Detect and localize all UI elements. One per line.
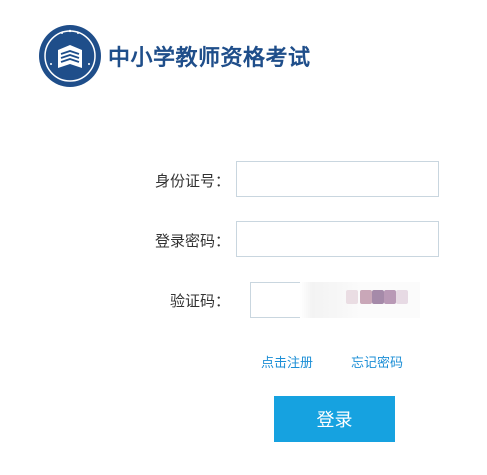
captcha-label: 验证码： xyxy=(169,292,230,310)
app-title: 中小学教师资格考试 xyxy=(108,46,311,71)
register-link[interactable]: 点击注册 xyxy=(261,352,313,371)
captcha-image[interactable] xyxy=(300,282,420,318)
id-number-label: 身份证号： xyxy=(154,172,230,190)
header: 中小学教师资格考试 xyxy=(38,21,311,91)
login-button[interactable]: 登录 xyxy=(274,396,395,442)
id-number-input[interactable] xyxy=(236,161,439,197)
password-input[interactable] xyxy=(236,221,439,257)
teacher-qualification-exam-logo xyxy=(39,25,101,87)
password-label: 登录密码： xyxy=(154,232,230,250)
forgot-password-link[interactable]: 忘记密码 xyxy=(351,352,403,371)
